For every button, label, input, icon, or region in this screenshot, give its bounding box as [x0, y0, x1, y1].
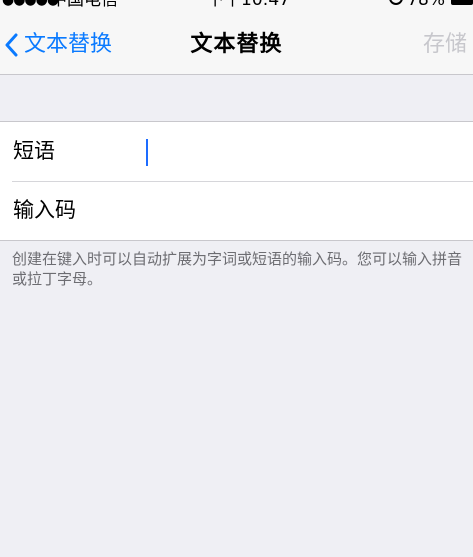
phrase-label: 短语 [13, 139, 55, 163]
orientation-lock-icon [389, 0, 403, 5]
battery-icon [451, 0, 473, 5]
shortcut-row: 输入码 [0, 181, 473, 240]
shortcut-input[interactable] [140, 191, 463, 231]
text-replacement-form: 短语 输入码 [0, 121, 473, 241]
back-button[interactable]: 文本替换 [4, 30, 112, 60]
phrase-input[interactable] [140, 132, 463, 172]
footer-note: 创建在键入时可以自动扩展为字词或短语的输入码。您可以输入拼音或拉丁字母。 [12, 250, 463, 288]
top-bar: ●●●●● 中国电信 下午10:47 78% 文本替换 文本替换 存储 [0, 0, 473, 75]
battery-percentage: 78% [407, 0, 445, 10]
status-time: 下午10:47 [207, 0, 290, 10]
carrier-name: 中国电信 [50, 0, 118, 10]
back-button-label: 文本替换 [24, 32, 113, 57]
navigation-bar: 文本替换 文本替换 存储 [0, 22, 473, 68]
shortcut-label: 输入码 [13, 198, 76, 222]
text-caret [146, 139, 148, 166]
save-button[interactable]: 存储 [423, 30, 467, 60]
chevron-left-icon [5, 33, 18, 57]
status-bar: ●●●●● 中国电信 下午10:47 78% [0, 0, 473, 12]
phrase-row: 短语 [0, 122, 473, 181]
